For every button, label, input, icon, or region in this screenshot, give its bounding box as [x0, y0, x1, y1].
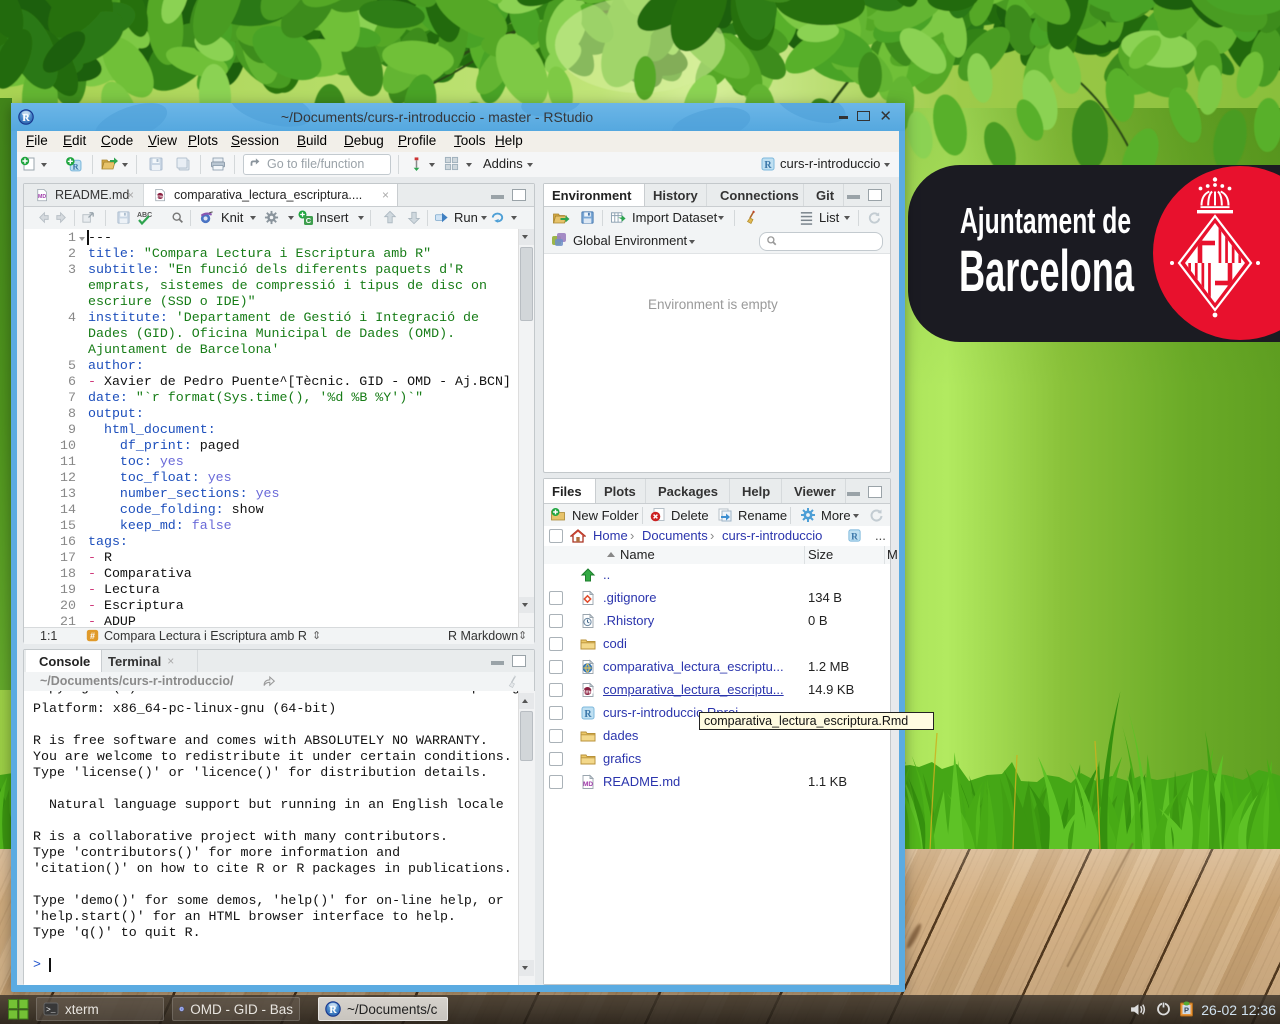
svg-text:#: #	[90, 631, 95, 641]
svg-text:ABC: ABC	[137, 212, 152, 219]
svg-text:>_: >_	[46, 1006, 56, 1015]
svg-text:R: R	[764, 160, 772, 171]
svg-text:Rmd: Rmd	[156, 194, 165, 199]
svg-text:MD: MD	[38, 194, 46, 200]
svg-text:MD: MD	[583, 781, 593, 788]
svg-text:P: P	[1184, 1006, 1189, 1015]
svg-text:Rmd: Rmd	[581, 689, 593, 695]
svg-text:C: C	[306, 216, 312, 225]
svg-text:R: R	[329, 1005, 337, 1016]
svg-text:R: R	[584, 709, 592, 720]
svg-text:R: R	[851, 532, 858, 542]
